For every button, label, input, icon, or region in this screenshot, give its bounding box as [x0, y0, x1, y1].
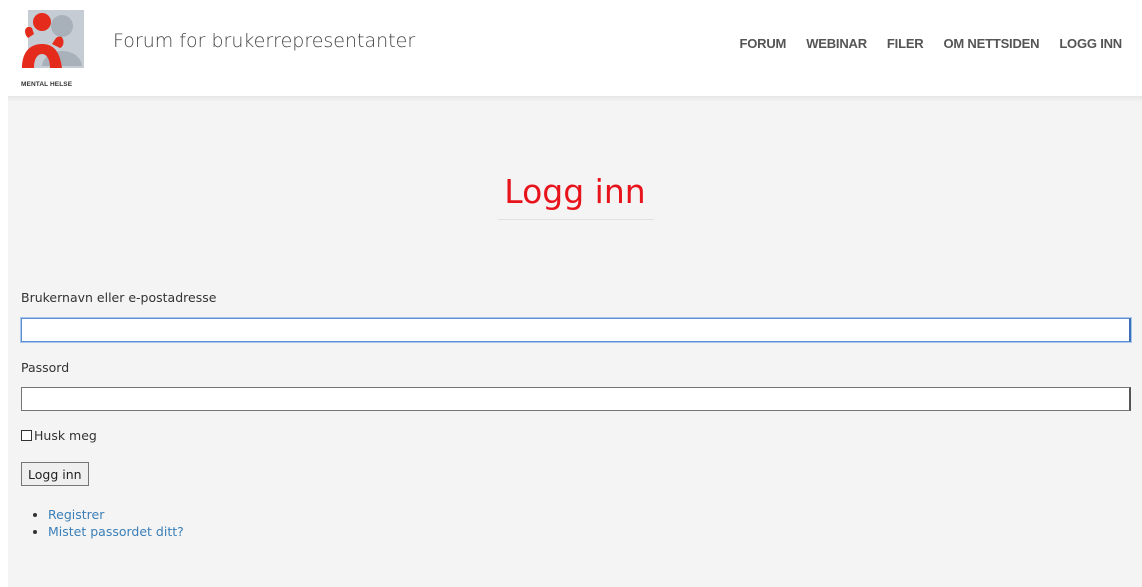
mental-helse-logo[interactable]: MENTAL HELSE — [20, 8, 88, 92]
header-shadow — [8, 96, 1142, 102]
login-links: Registrer Mistet passordet ditt? — [48, 506, 184, 540]
login-content: Logg inn Brukernavn eller e-postadresse … — [8, 96, 1142, 587]
remember-me-checkbox[interactable] — [21, 430, 32, 441]
list-item: Mistet passordet ditt? — [48, 523, 184, 540]
nav-item-filer[interactable]: FILER — [887, 36, 924, 51]
lost-password-link[interactable]: Mistet passordet ditt? — [48, 524, 184, 539]
page-title: Logg inn — [504, 172, 646, 211]
list-item: Registrer — [48, 506, 184, 523]
title-divider — [498, 219, 654, 220]
main-nav: FORUM WEBINAR FILER OM NETTSIDEN LOGG IN… — [720, 36, 1123, 51]
register-link[interactable]: Registrer — [48, 507, 104, 522]
nav-item-webinar[interactable]: WEBINAR — [806, 36, 867, 51]
nav-item-logg-inn[interactable]: LOGG INN — [1059, 36, 1122, 51]
username-input[interactable] — [21, 318, 1131, 342]
username-label: Brukernavn eller e-postadresse — [21, 290, 217, 305]
login-submit-button[interactable]: Logg inn — [21, 462, 89, 486]
logo-icon — [22, 10, 84, 68]
nav-item-forum[interactable]: FORUM — [740, 36, 787, 51]
logo-text: MENTAL HELSE — [21, 81, 73, 88]
remember-me-label[interactable]: Husk meg — [34, 428, 97, 443]
site-title[interactable]: Forum for brukerrepresentanter — [113, 30, 415, 52]
nav-item-om-nettsiden[interactable]: OM NETTSIDEN — [943, 36, 1039, 51]
password-input[interactable] — [21, 387, 1131, 411]
password-label: Passord — [21, 360, 70, 375]
site-header: MENTAL HELSE Forum for brukerrepresentan… — [0, 0, 1142, 96]
